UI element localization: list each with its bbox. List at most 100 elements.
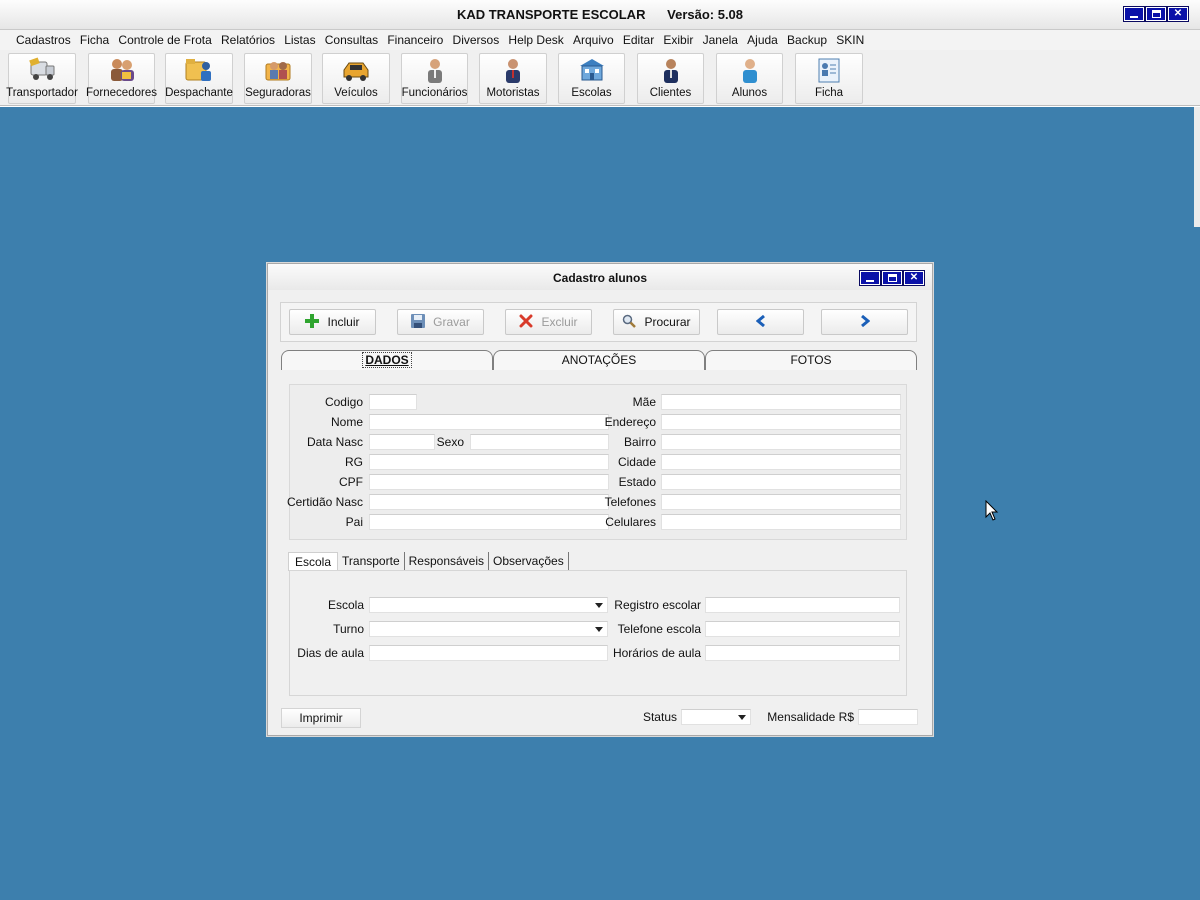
menu-editar[interactable]: Editar (618, 33, 659, 47)
dias-aula-label: Dias de aula (297, 646, 364, 660)
menu-financeiro[interactable]: Financeiro (383, 33, 448, 47)
insurance-icon (263, 56, 293, 84)
menu-cadastros[interactable]: Cadastros (16, 33, 75, 47)
menu-janela[interactable]: Janela (698, 33, 743, 47)
gravar-button[interactable]: Gravar (397, 309, 484, 335)
menu-relatorios[interactable]: Relatórios (216, 33, 279, 47)
people-icon (107, 56, 137, 84)
maximize-icon (1151, 10, 1161, 18)
subtab-transporte[interactable]: Transporte (338, 552, 405, 571)
dados-panel: Codigo Nome Data Nasc Sexo RG CPF Certid… (287, 384, 907, 540)
maximize-button[interactable] (1145, 6, 1167, 22)
mae-label: Mãe (632, 395, 656, 409)
fornecedores-label: Fornecedores (86, 87, 157, 99)
subtab-responsaveis[interactable]: Responsáveis (405, 552, 489, 571)
menu-controle-de-frota[interactable]: Controle de Frota (114, 33, 217, 47)
tab-dados-label: DADOS (362, 352, 412, 368)
dialog-close-button[interactable]: ✕ (903, 270, 925, 286)
menu-arquivo[interactable]: Arquivo (568, 33, 618, 47)
horarios-aula-label: Horários de aula (612, 646, 701, 660)
seguradoras-button[interactable]: Seguradoras (244, 53, 312, 104)
clientes-button[interactable]: Clientes (637, 53, 704, 104)
certidao-nasc-field[interactable] (369, 494, 609, 510)
excluir-button[interactable]: Excluir (505, 309, 592, 335)
alunos-label: Alunos (731, 87, 768, 99)
escola-select[interactable] (369, 597, 608, 613)
funcionarios-label: Funcionários (401, 87, 468, 99)
transportador-button[interactable]: Transportador (6, 53, 78, 104)
transportador-label: Transportador (6, 87, 78, 99)
driver-icon (498, 56, 528, 84)
menu-ficha[interactable]: Ficha (75, 33, 114, 47)
main-window-controls: ✕ (1123, 6, 1189, 22)
dialog-minimize-button[interactable] (859, 270, 881, 286)
cidade-field[interactable] (661, 454, 901, 470)
menu-backup[interactable]: Backup (782, 33, 831, 47)
dialog-maximize-button[interactable] (881, 270, 903, 286)
despachante-button[interactable]: Despachante (165, 53, 233, 104)
workspace-scrollbar[interactable] (1194, 107, 1200, 227)
escolas-button[interactable]: Escolas (558, 53, 625, 104)
celulares-field[interactable] (661, 514, 901, 530)
motoristas-button[interactable]: Motoristas (479, 53, 547, 104)
funcionarios-button[interactable]: Funcionários (401, 53, 468, 104)
nome-field[interactable] (369, 414, 609, 430)
telefone-escola-label: Telefone escola (617, 622, 701, 636)
menu-bar: Cadastros Ficha Controle de Frota Relató… (0, 30, 1200, 50)
procurar-button[interactable]: Procurar (613, 309, 700, 335)
telefone-escola-field[interactable] (705, 621, 900, 637)
main-toolbar: Transportador Fornecedores Despachante S… (0, 50, 1200, 106)
estado-field[interactable] (661, 474, 901, 490)
menu-ajuda[interactable]: Ajuda (743, 33, 783, 47)
incluir-button[interactable]: Incluir (289, 309, 376, 335)
chevron-left-icon (755, 314, 766, 330)
ficha-button[interactable]: Ficha (795, 53, 863, 104)
tab-fotos[interactable]: FOTOS (705, 350, 917, 370)
veiculos-button[interactable]: Veículos (322, 53, 390, 104)
codigo-field[interactable] (369, 394, 417, 410)
celulares-label: Celulares (605, 515, 656, 529)
fornecedores-button[interactable]: Fornecedores (86, 53, 157, 104)
subtab-escola[interactable]: Escola (288, 552, 339, 571)
tab-anotacoes[interactable]: ANOTAÇÕES (493, 350, 705, 370)
chevron-down-icon (592, 623, 606, 635)
mensalidade-field[interactable] (858, 709, 918, 725)
rg-field[interactable] (369, 454, 609, 470)
truck-icon (27, 56, 57, 84)
menu-listas[interactable]: Listas (280, 33, 321, 47)
menu-diversos[interactable]: Diversos (448, 33, 504, 47)
cpf-field[interactable] (369, 474, 609, 490)
menu-skin[interactable]: SKIN (832, 33, 869, 47)
sexo-field[interactable] (470, 434, 609, 450)
gravar-label: Gravar (433, 315, 470, 329)
close-button[interactable]: ✕ (1167, 6, 1189, 22)
endereco-field[interactable] (661, 414, 901, 430)
pai-field[interactable] (369, 514, 609, 530)
horarios-aula-field[interactable] (705, 645, 900, 661)
despachante-label: Despachante (165, 87, 233, 99)
data-nasc-field[interactable] (369, 434, 435, 450)
status-select[interactable] (681, 709, 751, 725)
previous-record-button[interactable] (717, 309, 804, 335)
menu-consultas[interactable]: Consultas (320, 33, 383, 47)
telefones-field[interactable] (661, 494, 901, 510)
turno-select[interactable] (369, 621, 608, 637)
minimize-icon (1130, 16, 1138, 18)
registro-escolar-field[interactable] (705, 597, 900, 613)
school-building-icon (577, 56, 607, 84)
escola-panel: Escola Turno Dias de aula Registro escol… (289, 570, 907, 696)
mae-field[interactable] (661, 394, 901, 410)
imprimir-button[interactable]: Imprimir (281, 708, 361, 728)
escolas-label: Escolas (571, 87, 612, 99)
motoristas-label: Motoristas (486, 87, 540, 99)
menu-exibir[interactable]: Exibir (659, 33, 698, 47)
menu-help-desk[interactable]: Help Desk (504, 33, 569, 47)
alunos-button[interactable]: Alunos (716, 53, 783, 104)
tab-dados[interactable]: DADOS (281, 350, 493, 370)
minimize-button[interactable] (1123, 6, 1145, 22)
next-record-button[interactable] (821, 309, 908, 335)
bairro-field[interactable] (661, 434, 901, 450)
dias-aula-field[interactable] (369, 645, 608, 661)
cadastro-alunos-dialog: Cadastro alunos ✕ Incluir Gravar Excluir (267, 263, 933, 736)
subtab-observacoes[interactable]: Observações (489, 552, 569, 571)
